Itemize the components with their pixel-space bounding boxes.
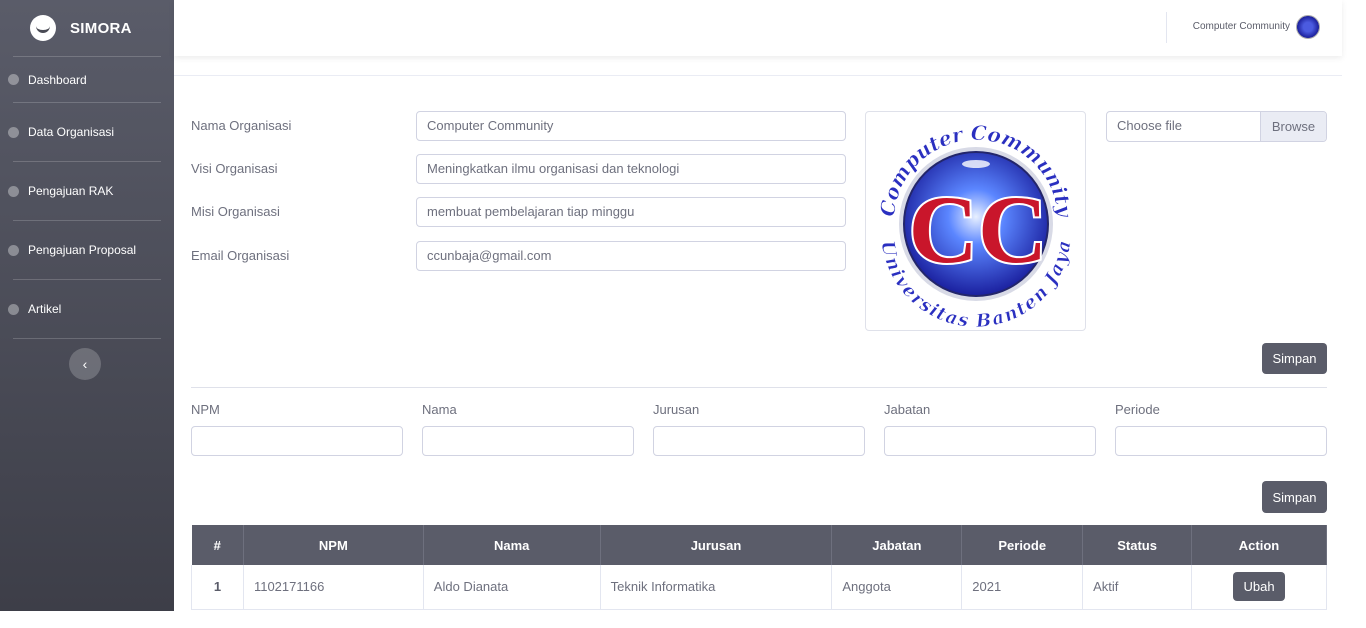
sidebar-toggle-button[interactable]: ‹ [69,348,101,380]
cell-nama: Aldo Dianata [423,565,601,610]
file-placeholder: Choose file [1117,118,1183,133]
organization-logo: CC Computer Community Universitas Banten… [865,111,1086,333]
cell-action: Ubah [1191,565,1327,610]
cell-status: Aktif [1082,565,1193,610]
brand[interactable]: SIMORA [0,0,174,56]
table-header-row: # NPM Nama Jurusan Jabatan Periode Statu… [191,525,1327,565]
nama-organisasi-input[interactable]: Computer Community [416,111,846,141]
jabatan-input[interactable] [884,426,1096,456]
user-name[interactable]: Computer Community [1193,21,1290,32]
dashboard-icon [8,74,19,85]
column-header: NPM [243,525,424,565]
sidebar-item-dashboard[interactable]: Dashboard [0,57,174,102]
column-header: Action [1191,525,1327,565]
sidebar-item-label: Pengajuan Proposal [28,243,137,257]
sidebar-item-label: Data Organisasi [28,125,115,139]
dashboard-icon [8,185,19,197]
logo-initials: CC [909,176,1048,283]
content-divider [174,75,1342,76]
browse-button[interactable]: Browse [1260,112,1326,141]
chevron-left-icon: ‹ [82,356,88,372]
cell-jabatan: Anggota [831,565,963,610]
nama-label: Nama [422,402,457,417]
jurusan-label: Jurusan [653,402,700,417]
save-organization-button[interactable]: Simpan [1262,343,1327,374]
column-header: Nama [423,525,601,565]
column-header: Jurusan [600,525,833,565]
logo-file-input[interactable]: Choose file Browse [1106,111,1327,142]
topbar: Computer Community [174,0,1342,56]
edit-button[interactable]: Ubah [1233,572,1285,602]
sidebar-item-artikel[interactable]: Artikel [0,280,174,338]
avatar[interactable] [1296,15,1320,39]
npm-input[interactable] [191,426,403,456]
sidebar-item-label: Artikel [28,302,62,316]
misi-organisasi-label: Misi Organisasi [191,204,280,219]
dashboard-icon [8,244,19,256]
periode-input[interactable] [1115,426,1327,456]
nama-organisasi-label: Nama Organisasi [191,118,292,133]
misi-organisasi-input[interactable]: membuat pembelajaran tiap minggu [416,197,846,227]
column-header: Periode [961,525,1084,565]
column-header: Status [1082,525,1193,565]
cell-jurusan: Teknik Informatika [600,565,833,610]
column-header: # [191,525,244,565]
jurusan-input[interactable] [653,426,865,456]
member-table: # NPM Nama Jurusan Jabatan Periode Statu… [191,525,1327,610]
nama-input[interactable] [422,426,634,456]
cell-periode: 2021 [961,565,1084,610]
sidebar-item-pengajuan-proposal[interactable]: Pengajuan Proposal [0,221,174,279]
email-organisasi-input[interactable]: ccunbaja@gmail.com [416,241,846,271]
brand-name: SIMORA [70,19,132,37]
cell-npm: 1102171166 [243,565,424,610]
jabatan-label: Jabatan [884,402,931,417]
visi-organisasi-input[interactable]: Meningkatkan ilmu organisasi dan teknolo… [416,154,846,184]
topbar-divider [1166,12,1167,43]
dashboard-icon [8,303,19,315]
save-member-button[interactable]: Simpan [1262,481,1327,513]
visi-organisasi-label: Visi Organisasi [191,161,278,176]
sidebar-divider [13,338,161,339]
laugh-icon [30,15,56,41]
email-organisasi-label: Email Organisasi [191,248,290,263]
section-divider [191,387,1327,388]
npm-label: NPM [191,402,220,417]
periode-label: Periode [1115,402,1160,417]
dashboard-icon [8,126,19,138]
sidebar-item-data-organisasi[interactable]: Data Organisasi [0,103,174,161]
organization-logo-image: CC Computer Community Universitas Banten… [875,121,1078,333]
sidebar-item-pengajuan-rak[interactable]: Pengajuan RAK [0,162,174,220]
sidebar-item-label: Pengajuan RAK [28,184,114,198]
column-header: Jabatan [831,525,963,565]
row-number: 1 [191,565,244,610]
sidebar-item-label: Dashboard [28,72,87,87]
table-row: 1 1102171166 Aldo Dianata Teknik Informa… [191,565,1327,610]
sidebar: SIMORA Dashboard Data Organisasi Pengaju… [0,0,174,611]
